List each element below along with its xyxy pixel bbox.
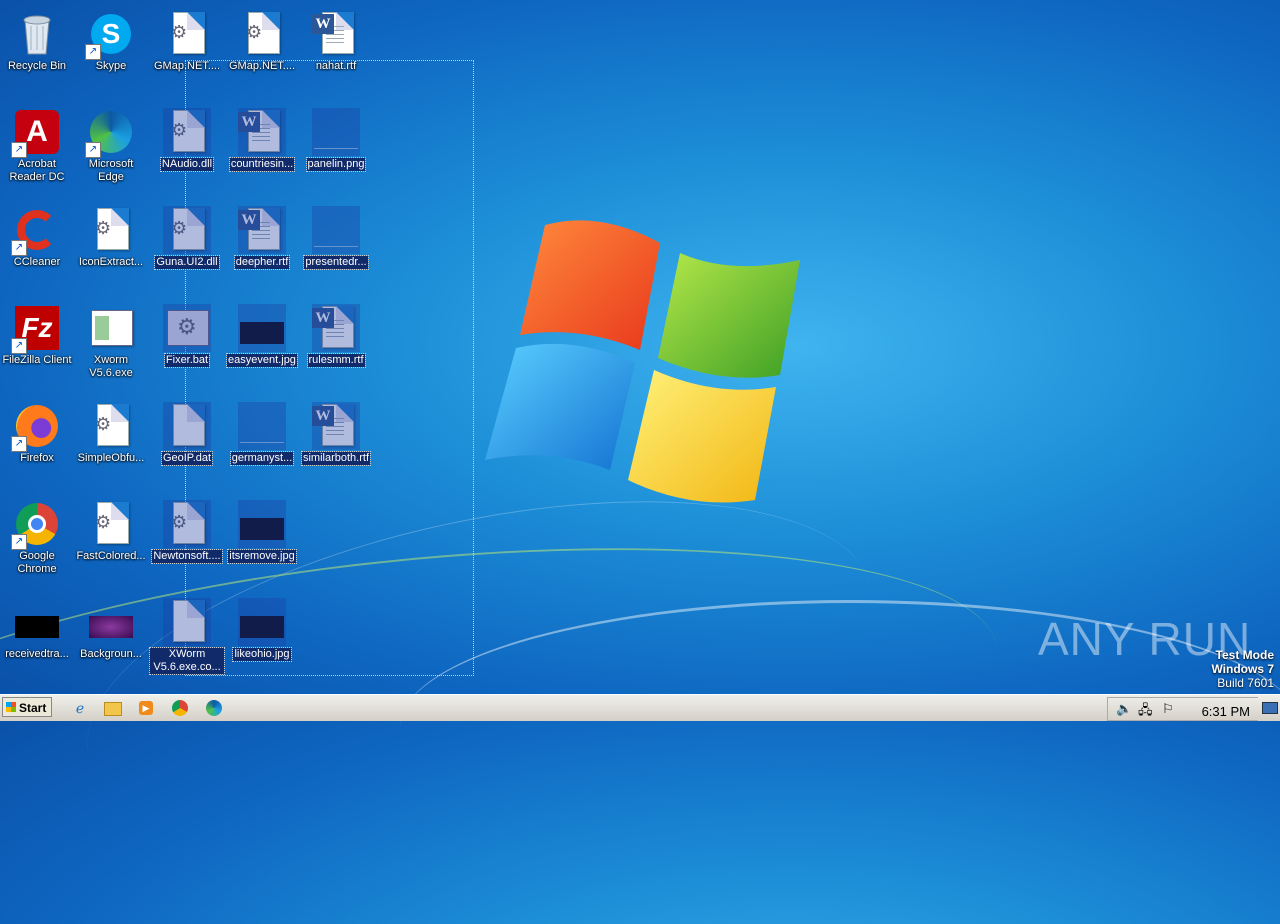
taskbar: Start ℯ ▶ 🔈 🖧 ⚐ 6:31 PM (0, 694, 1280, 721)
image-file-icon (312, 206, 360, 254)
volume-icon[interactable]: 🔈 (1116, 701, 1132, 717)
desktop-icon-easyevent[interactable]: easyevent.jpg (225, 300, 299, 396)
desktop-icon-xworm-config[interactable]: XWorm V5.6.exe.co... (149, 594, 225, 690)
config-file-icon: ⚙ (163, 10, 211, 58)
shortcut-arrow-icon: ↗ (11, 338, 27, 354)
word-document-icon: W (312, 10, 360, 58)
desktop-icon-nahat[interactable]: W nahat.rtf (299, 6, 373, 102)
desktop-icon-fixer[interactable]: ⚙ Fixer.bat (150, 300, 224, 396)
start-button[interactable]: Start (2, 697, 52, 717)
acrobat-icon: A ↗ (11, 108, 61, 158)
desktop-icon-itsremove[interactable]: itsremove.jpg (225, 496, 299, 592)
desktop-icon-similarboth[interactable]: W similarboth.rtf (299, 398, 373, 494)
media-player-icon[interactable]: ▶ (136, 698, 156, 718)
desktop-icon-newtonsoft[interactable]: ⚙ Newtonsoft.... (150, 496, 224, 592)
internet-explorer-icon[interactable]: ℯ (70, 698, 90, 718)
skype-icon: S ↗ (85, 10, 135, 60)
dll-file-icon: ⚙ (163, 206, 211, 254)
desktop-icon-germanyst[interactable]: germanyst... (225, 398, 299, 494)
shortcut-arrow-icon: ↗ (11, 240, 27, 256)
desktop-icon-ccleaner[interactable]: ↗ CCleaner (0, 202, 74, 298)
desktop-icon-xworm[interactable]: Xworm V5.6.exe (74, 300, 148, 396)
desktop-icon-background[interactable]: Backgroun... (74, 594, 148, 690)
application-window-icon (87, 304, 135, 352)
build-line: Build 7601 (1217, 676, 1274, 690)
dll-file-icon: ⚙ (163, 500, 211, 548)
blank-file-icon (163, 402, 211, 450)
shortcut-arrow-icon: ↗ (85, 142, 101, 158)
desktop-icon-presentedr[interactable]: presentedr... (299, 202, 373, 298)
desktop-icon-skype[interactable]: S ↗ Skype (74, 6, 148, 102)
shortcut-arrow-icon: ↗ (85, 44, 101, 60)
system-tray: 🔈 🖧 ⚐ 6:31 PM (1107, 697, 1258, 721)
show-desktop-button[interactable] (1260, 697, 1280, 717)
os-name-line: Windows 7 (1211, 662, 1274, 676)
image-file-icon (238, 402, 286, 450)
firefox-icon: ↗ (11, 402, 61, 452)
desktop-icon-filezilla[interactable]: Fz ↗ FileZilla Client (0, 300, 74, 396)
desktop-icon-firefox[interactable]: ↗ Firefox (0, 398, 74, 494)
word-document-icon: W (238, 206, 286, 254)
shortcut-arrow-icon: ↗ (11, 534, 27, 550)
image-file-icon (312, 108, 360, 156)
edge-icon[interactable] (204, 698, 224, 718)
shortcut-arrow-icon: ↗ (11, 142, 27, 158)
desktop-icon-geoip[interactable]: GeoIP.dat (150, 398, 224, 494)
batch-file-icon: ⚙ (163, 304, 211, 352)
test-mode-overlay: Test Mode Windows 7 Build 7601 (1211, 648, 1274, 690)
desktop-icon-countriesin[interactable]: W countriesin... (225, 104, 299, 200)
desktop-icon-rulesmm[interactable]: W rulesmm.rtf (299, 300, 373, 396)
word-document-icon: W (312, 402, 360, 450)
desktop-icon-fastcolored[interactable]: ⚙ FastColored... (74, 496, 148, 592)
blank-file-icon (163, 598, 211, 646)
edge-icon: ↗ (85, 108, 135, 158)
desktop-icon-gmap-1[interactable]: ⚙ GMap.NET.... (150, 6, 224, 102)
desktop-icon-deepher[interactable]: W deepher.rtf (225, 202, 299, 298)
desktop-icon-naudio[interactable]: ⚙ NAudio.dll (150, 104, 224, 200)
desktop-icon-simpleobfu[interactable]: ⚙ SimpleObfu... (74, 398, 148, 494)
test-mode-line: Test Mode (1215, 648, 1274, 662)
windows-logo-wallpaper (485, 220, 800, 503)
image-file-icon (13, 598, 61, 646)
config-file-icon: ⚙ (87, 402, 135, 450)
chrome-icon: ↗ (11, 500, 61, 550)
desktop-icon-chrome[interactable]: ↗ Google Chrome (0, 496, 74, 592)
desktop-icon-likeohio[interactable]: likeohio.jpg (225, 594, 299, 690)
desktop-icon-receivedtra[interactable]: receivedtra... (0, 594, 74, 690)
dll-file-icon: ⚙ (163, 108, 211, 156)
image-file-icon (238, 500, 286, 548)
word-document-icon: W (312, 304, 360, 352)
config-file-icon: ⚙ (87, 500, 135, 548)
image-file-icon (87, 598, 135, 646)
desktop-icon-guna[interactable]: ⚙ Guna.UI2.dll (150, 202, 224, 298)
filezilla-icon: Fz ↗ (11, 304, 61, 354)
desktop-icon-recycle-bin[interactable]: Recycle Bin (0, 6, 74, 102)
desktop-icon-edge[interactable]: ↗ Microsoft Edge (74, 104, 148, 200)
config-file-icon: ⚙ (87, 206, 135, 254)
desktop-icon-iconextract[interactable]: ⚙ IconExtract... (74, 202, 148, 298)
image-file-icon (238, 598, 286, 646)
shortcut-arrow-icon: ↗ (11, 436, 27, 452)
word-document-icon: W (238, 108, 286, 156)
recycle-bin-icon (13, 10, 61, 58)
desktop-icon-panelin[interactable]: panelin.png (299, 104, 373, 200)
desktop-icon-gmap-2[interactable]: ⚙ GMap.NET.... (225, 6, 299, 102)
config-file-icon: ⚙ (238, 10, 286, 58)
chrome-icon[interactable] (170, 698, 190, 718)
action-center-flag-icon[interactable]: ⚐ (1162, 701, 1174, 717)
desktop-icon-acrobat[interactable]: A ↗ Acrobat Reader DC (0, 104, 74, 200)
explorer-folder-icon[interactable] (103, 698, 123, 718)
image-file-icon (238, 304, 286, 352)
ccleaner-icon: ↗ (11, 206, 61, 256)
